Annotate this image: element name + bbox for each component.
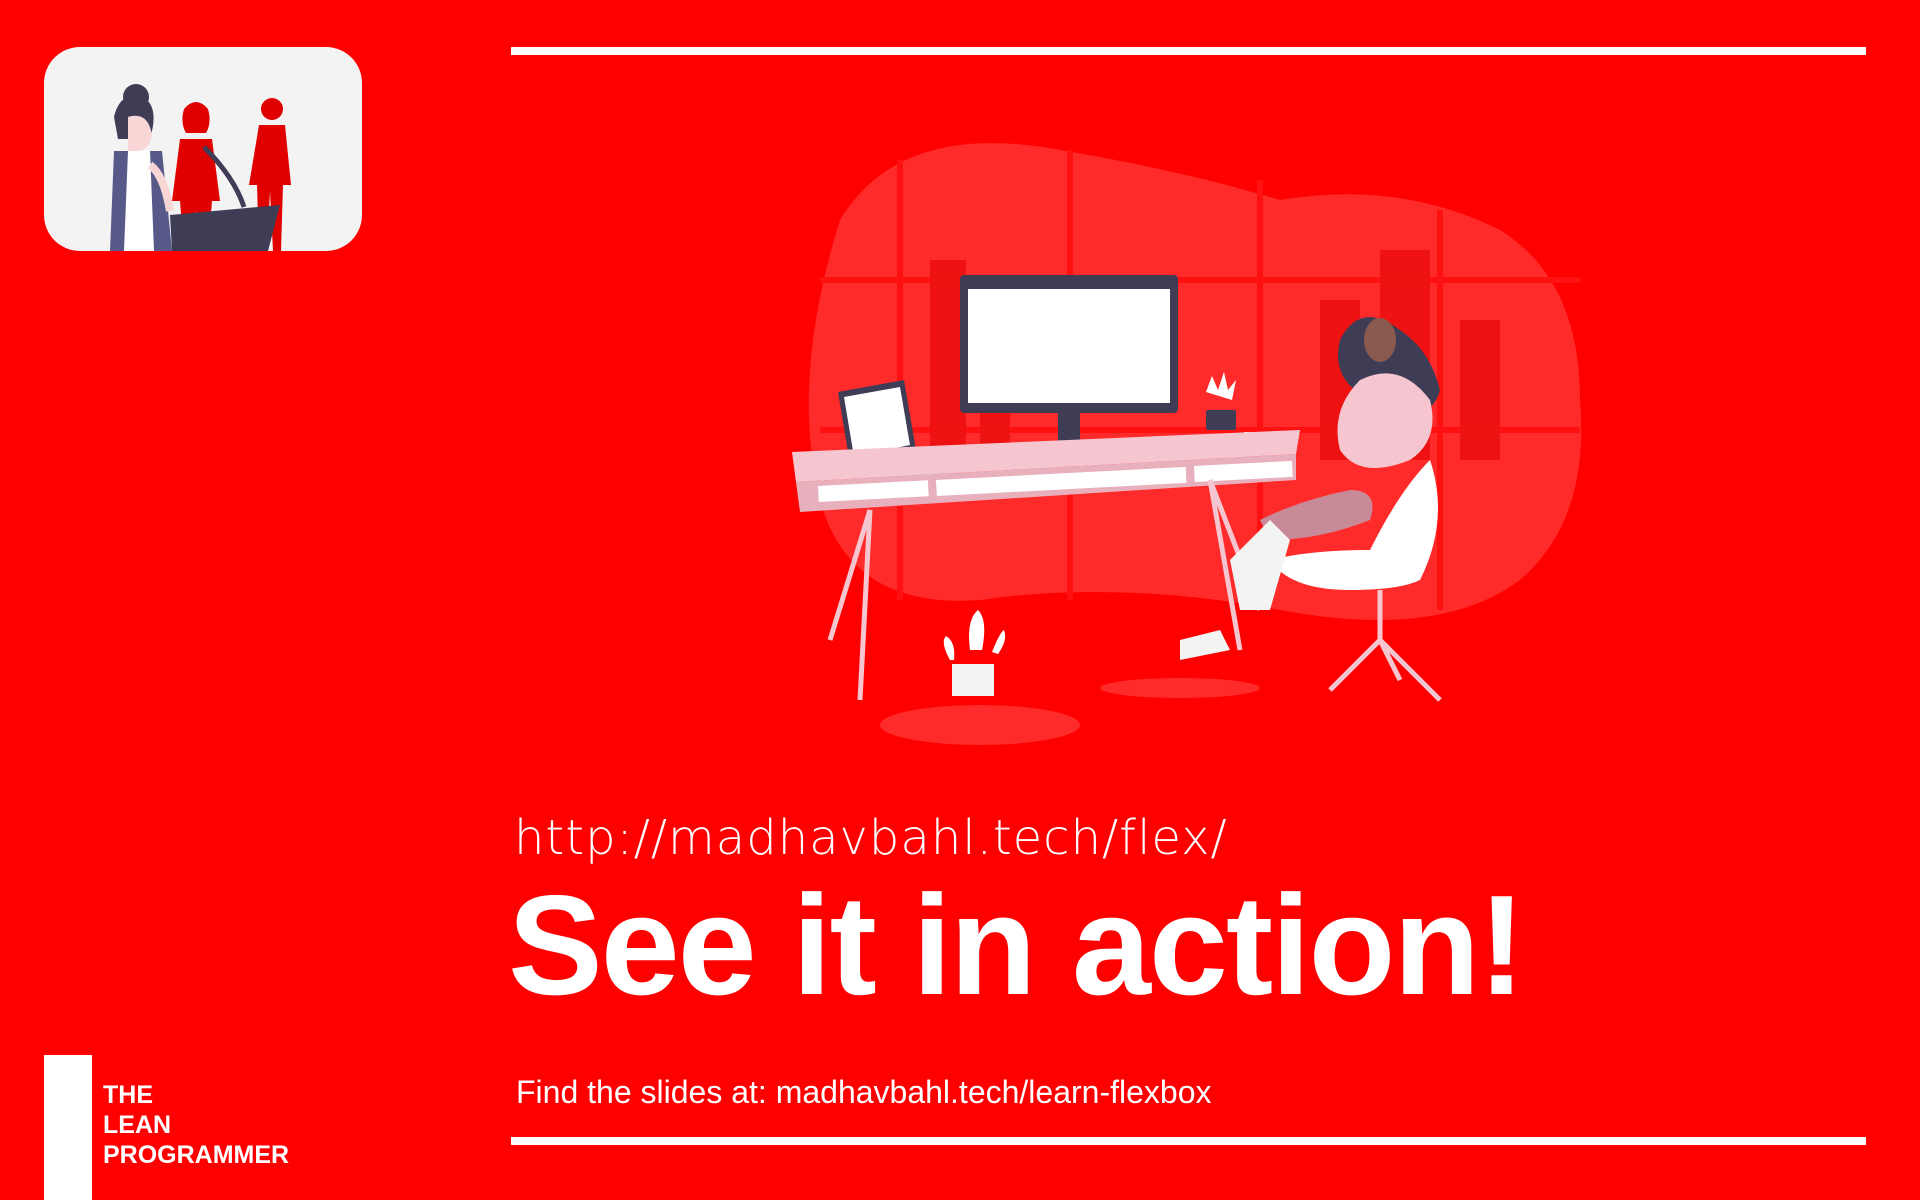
people-illustration-icon (110, 84, 291, 251)
brand-bar (44, 1055, 92, 1200)
brand-line-1: THE (103, 1081, 153, 1109)
desk-scene-illustration-icon (792, 143, 1582, 745)
slide-url[interactable]: http://madhavbahl.tech/flex/ (514, 810, 1228, 866)
brand-line-3: PROGRAMMER (103, 1141, 290, 1169)
logo-card (44, 47, 362, 251)
slide-headline: See it in action! (508, 866, 1525, 1025)
slide: http://madhavbahl.tech/flex/ See it in a… (0, 0, 1920, 1200)
slides-link-note[interactable]: Find the slides at: madhavbahl.tech/lear… (516, 1074, 1212, 1111)
brand-logo-text: THE LEAN PROGRAMMER (103, 1080, 289, 1170)
brand-line-2: LEAN (103, 1111, 172, 1139)
bottom-divider (511, 1137, 1866, 1145)
top-divider (511, 47, 1866, 55)
